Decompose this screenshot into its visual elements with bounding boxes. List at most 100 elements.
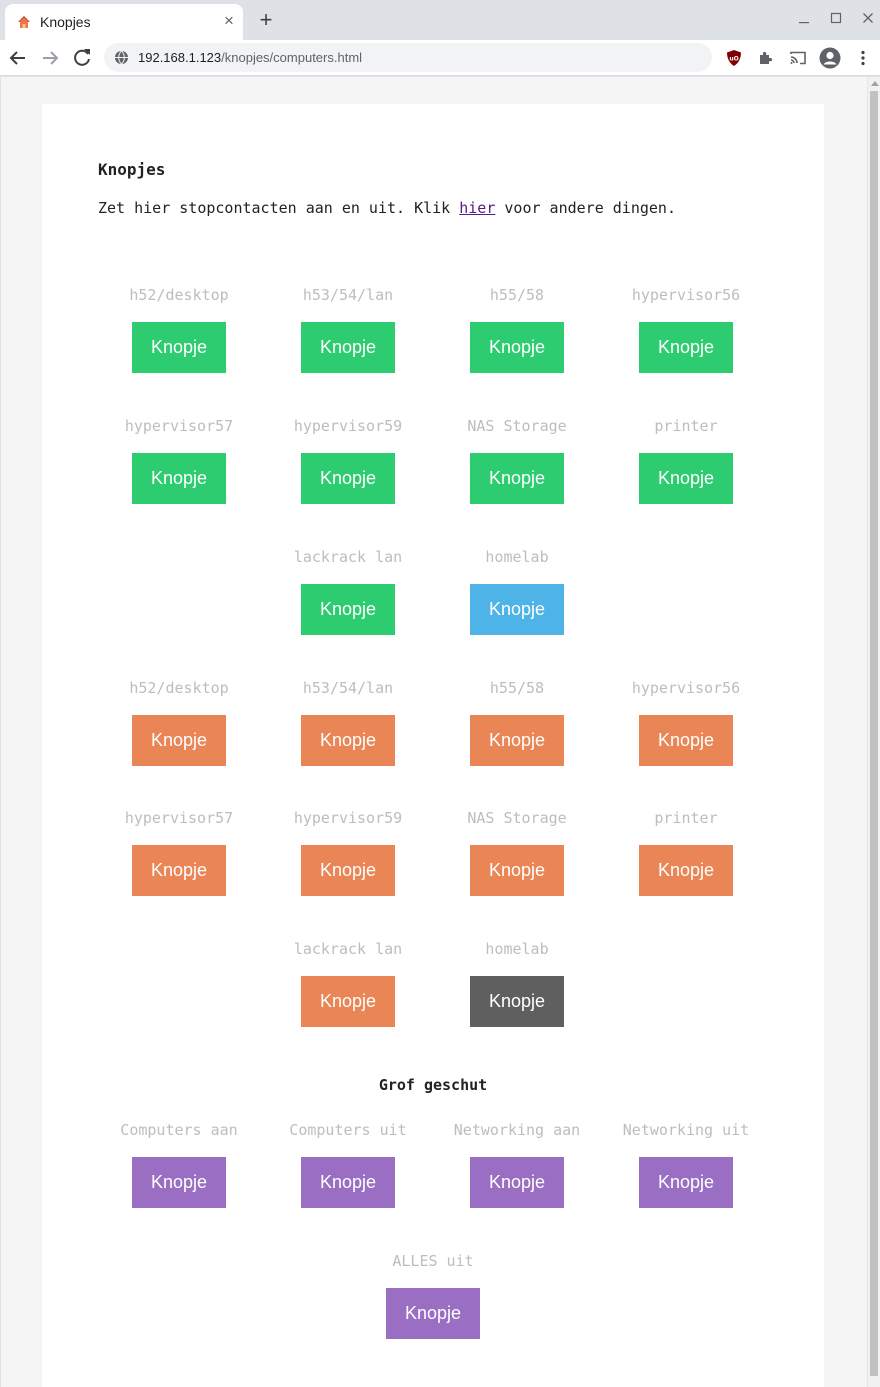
on-homelab-control: homelab Knopje [427, 547, 607, 635]
off-nas-storage-button[interactable]: Knopje [470, 845, 564, 896]
cast-icon[interactable] [788, 48, 808, 68]
close-window-icon[interactable] [860, 10, 876, 26]
off-hypervisor57-label: hypervisor57 [124, 809, 234, 827]
on-nas-storage-button[interactable]: Knopje [470, 453, 564, 504]
page-viewport: Knopjes Zet hier stopcontacten aan en ui… [1, 77, 867, 1387]
new-tab-icon[interactable]: + [256, 9, 276, 31]
intro-text-start: Zet hier stopcontacten aan en uit. Klik [98, 199, 460, 217]
off-hypervisor57-control: hypervisor57 Knopje [89, 808, 269, 896]
bulk-computers-uit-label: Computers uit [289, 1121, 407, 1139]
address-bar[interactable]: 192.168.1.123/knopjes/computers.html [104, 43, 712, 72]
on-hypervisor59-button[interactable]: Knopje [301, 453, 395, 504]
minimize-icon[interactable] [796, 12, 812, 28]
off-lackrack-lan-label: lackrack lan [293, 940, 403, 958]
on-printer-label: printer [654, 417, 718, 435]
maximize-icon[interactable] [828, 10, 844, 26]
menu-kebab-icon[interactable] [853, 48, 873, 68]
tab-close-icon[interactable]: × [220, 12, 238, 30]
off-homelab-control: homelab Knopje [427, 939, 607, 1027]
bulk-computers-uit-button[interactable]: Knopje [301, 1157, 395, 1208]
on-h55-58-button[interactable]: Knopje [470, 322, 564, 373]
off-printer-label: printer [654, 809, 718, 827]
section-heading-grof-geschut: Grof geschut [378, 1076, 488, 1094]
off-h53-54-lan-label: h53/54/lan [302, 679, 394, 697]
on-h53-54-lan-control: h53/54/lan Knopje [258, 285, 438, 373]
off-lackrack-lan-button[interactable]: Knopje [301, 976, 395, 1027]
on-lackrack-lan-control: lackrack lan Knopje [258, 547, 438, 635]
bulk-networking-uit-label: Networking uit [622, 1121, 750, 1139]
on-h55-58-label: h55/58 [489, 286, 545, 304]
on-homelab-button[interactable]: Knopje [470, 584, 564, 635]
intro-text: Zet hier stopcontacten aan en uit. Klik … [98, 199, 676, 217]
bulk-alles-uit-label: ALLES uit [392, 1252, 474, 1270]
globe-icon[interactable] [114, 50, 129, 65]
page-title: Knopjes [98, 160, 166, 179]
scroll-up-arrow-icon[interactable] [871, 81, 879, 86]
on-printer-control: printer Knopje [596, 416, 776, 504]
off-nas-storage-control: NAS Storage Knopje [427, 808, 607, 896]
other-things-link[interactable]: hier [459, 199, 495, 217]
back-icon[interactable] [6, 46, 30, 70]
intro-text-end: voor andere dingen. [495, 199, 676, 217]
bulk-computers-aan-control: Computers aan Knopje [89, 1120, 269, 1208]
browser-tab[interactable]: Knopjes × [5, 4, 243, 40]
off-hypervisor59-control: hypervisor59 Knopje [258, 808, 438, 896]
bulk-networking-uit-button[interactable]: Knopje [639, 1157, 733, 1208]
on-hypervisor59-control: hypervisor59 Knopje [258, 416, 438, 504]
off-nas-storage-label: NAS Storage [467, 809, 567, 827]
off-h53-54-lan-button[interactable]: Knopje [301, 715, 395, 766]
content-card: Knopjes Zet hier stopcontacten aan en ui… [42, 104, 824, 1387]
on-nas-storage-label: NAS Storage [467, 417, 567, 435]
off-homelab-label: homelab [485, 940, 549, 958]
on-hypervisor57-button[interactable]: Knopje [132, 453, 226, 504]
browser-toolbar: 192.168.1.123/knopjes/computers.html uO [0, 40, 880, 76]
tab-bar: Knopjes × + [0, 0, 880, 40]
on-homelab-label: homelab [485, 548, 549, 566]
off-h55-58-label: h55/58 [489, 679, 545, 697]
off-hypervisor56-label: hypervisor56 [631, 679, 741, 697]
on-h52-desktop-control: h52/desktop Knopje [89, 285, 269, 373]
bulk-alles-uit-control: ALLES uit Knopje [343, 1251, 523, 1339]
on-lackrack-lan-label: lackrack lan [293, 548, 403, 566]
on-h52-desktop-button[interactable]: Knopje [132, 322, 226, 373]
url-text: 192.168.1.123/knopjes/computers.html [138, 50, 363, 65]
on-h52-desktop-label: h52/desktop [129, 286, 229, 304]
house-icon [18, 16, 30, 28]
extensions-puzzle-icon[interactable] [756, 48, 776, 68]
on-hypervisor57-control: hypervisor57 Knopje [89, 416, 269, 504]
off-h52-desktop-button[interactable]: Knopje [132, 715, 226, 766]
off-h53-54-lan-control: h53/54/lan Knopje [258, 678, 438, 766]
profile-avatar-icon[interactable] [819, 47, 841, 69]
off-h55-58-button[interactable]: Knopje [470, 715, 564, 766]
bulk-computers-aan-button[interactable]: Knopje [132, 1157, 226, 1208]
off-hypervisor59-button[interactable]: Knopje [301, 845, 395, 896]
bulk-networking-aan-control: Networking aan Knopje [427, 1120, 607, 1208]
off-printer-button[interactable]: Knopje [639, 845, 733, 896]
bulk-alles-uit-button[interactable]: Knopje [386, 1288, 480, 1339]
off-homelab-button[interactable]: Knopje [470, 976, 564, 1027]
tab-title: Knopjes [40, 14, 91, 30]
on-lackrack-lan-button[interactable]: Knopje [301, 584, 395, 635]
bulk-computers-uit-control: Computers uit Knopje [258, 1120, 438, 1208]
off-h52-desktop-control: h52/desktop Knopje [89, 678, 269, 766]
on-printer-button[interactable]: Knopje [639, 453, 733, 504]
bulk-networking-uit-control: Networking uit Knopje [596, 1120, 776, 1208]
on-hypervisor56-label: hypervisor56 [631, 286, 741, 304]
on-h53-54-lan-button[interactable]: Knopje [301, 322, 395, 373]
off-printer-control: printer Knopje [596, 808, 776, 896]
svg-text:uO: uO [729, 56, 738, 63]
on-h55-58-control: h55/58 Knopje [427, 285, 607, 373]
off-h55-58-control: h55/58 Knopje [427, 678, 607, 766]
forward-icon[interactable] [38, 46, 62, 70]
vertical-scrollbar[interactable] [867, 77, 880, 1387]
ublock-icon[interactable]: uO [724, 48, 744, 68]
scrollbar-thumb[interactable] [870, 91, 878, 1376]
bulk-computers-aan-label: Computers aan [120, 1121, 238, 1139]
reload-icon[interactable] [70, 46, 94, 70]
off-hypervisor57-button[interactable]: Knopje [132, 845, 226, 896]
on-hypervisor56-button[interactable]: Knopje [639, 322, 733, 373]
off-hypervisor59-label: hypervisor59 [293, 809, 403, 827]
off-h52-desktop-label: h52/desktop [129, 679, 229, 697]
off-hypervisor56-button[interactable]: Knopje [639, 715, 733, 766]
bulk-networking-aan-button[interactable]: Knopje [470, 1157, 564, 1208]
